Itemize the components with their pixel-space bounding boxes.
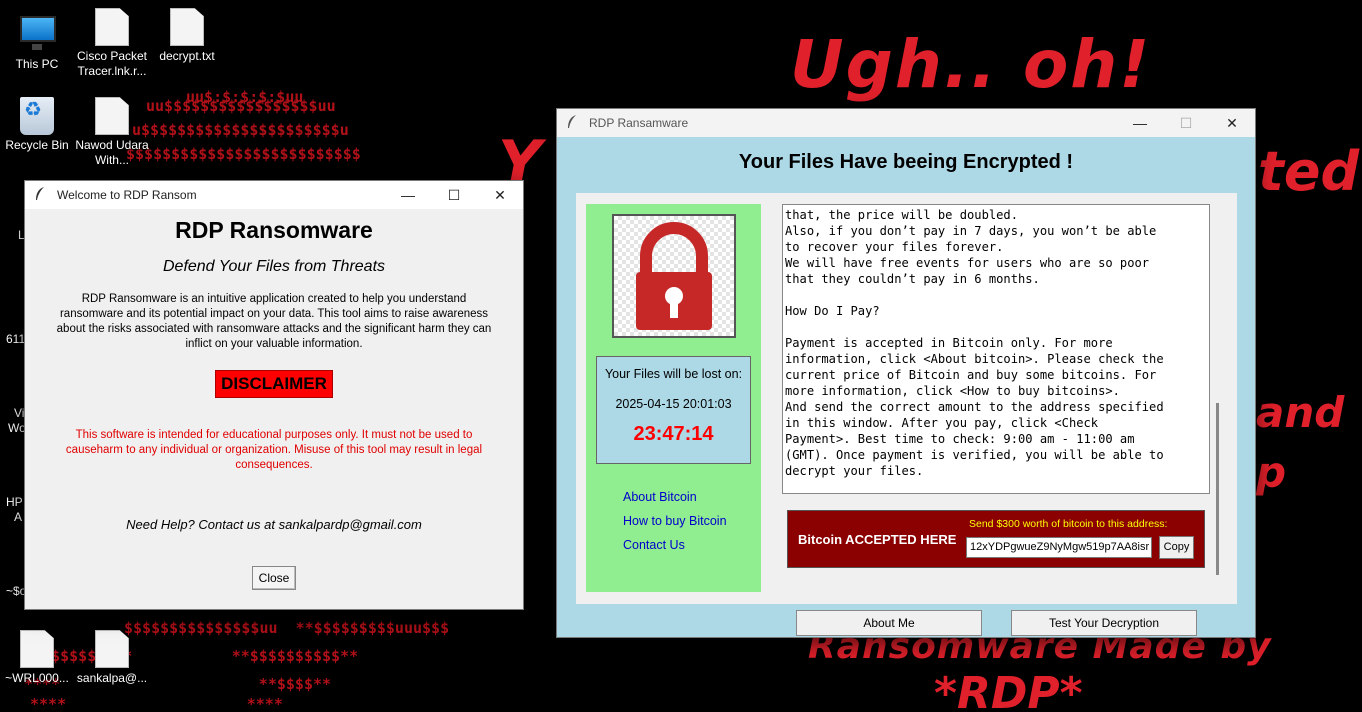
help-contact: Need Help? Contact us at sankalpardp@gma… xyxy=(126,517,422,532)
wallpaper-fragment: and xyxy=(1256,388,1345,437)
file-icon xyxy=(95,630,129,668)
desktop-icon-label: Recycle Bin xyxy=(5,138,69,152)
desktop-icon-label: This PC xyxy=(15,57,59,71)
disclaimer-label: DISCLAIMER xyxy=(215,370,333,398)
text-file-icon xyxy=(170,8,204,46)
ransom-heading: Your Files Have beeing Encrypted ! xyxy=(738,151,1074,173)
desktop-icon-label-clipped: Vi xyxy=(14,406,25,420)
maximize-icon: ☐ xyxy=(1179,114,1193,131)
desktop-icon-label: Cisco Packet Tracer.lnk.r... xyxy=(76,49,148,78)
copy-button[interactable]: Copy xyxy=(1159,536,1194,559)
desktop-icon-cisco[interactable]: Cisco Packet Tracer.lnk.r... xyxy=(75,8,149,79)
wallpaper-fragment: p xyxy=(1256,448,1287,497)
desktop-icon-label-clipped: 611 xyxy=(6,332,26,346)
disclaimer-text: This software is intended for educationa… xyxy=(65,429,483,471)
close-icon[interactable]: ✕ xyxy=(477,181,523,209)
desktop-icon-this-pc[interactable]: This PC xyxy=(0,8,74,72)
help-links: About Bitcoin How to buy Bitcoin Contact… xyxy=(623,490,727,562)
link-how-to-buy-bitcoin[interactable]: How to buy Bitcoin xyxy=(623,514,727,528)
maximize-icon[interactable]: ☐ xyxy=(431,181,477,209)
ransom-message-textbox[interactable]: that, the price will be doubled. Also, i… xyxy=(782,204,1210,494)
welcome-window: Welcome to RDP Ransom — ☐ ✕ RDP Ransomwa… xyxy=(24,180,524,610)
desktop-icon-label: decrypt.txt xyxy=(159,49,215,63)
ransom-titlebar[interactable]: RDP Ransamware — ☐ ✕ xyxy=(557,109,1255,137)
padlock-icon xyxy=(612,214,736,338)
close-icon[interactable]: ✕ xyxy=(1209,109,1255,137)
ascii-line: $$$$$$$$$$$$$$$$$$$$$$$$$$ xyxy=(126,145,361,163)
bitcoin-address-field[interactable]: 12xYDPgwueZ9NyMgw519p7AA8isr xyxy=(966,537,1152,558)
window-title: RDP Ransamware xyxy=(589,116,689,130)
test-decryption-button[interactable]: Test Your Decryption xyxy=(1011,610,1197,636)
desktop-icon-label-clipped: HP xyxy=(6,495,23,509)
desktop-icon-recycle-bin[interactable]: Recycle Bin xyxy=(0,97,74,153)
file-icon xyxy=(95,8,129,46)
minimize-icon[interactable]: — xyxy=(385,181,431,209)
bitcoin-accepted-label: Bitcoin ACCEPTED HERE xyxy=(798,532,957,547)
ransom-window: RDP Ransamware — ☐ ✕ Your Files Have bee… xyxy=(556,108,1256,638)
countdown-timer: 23:47:14 xyxy=(633,423,714,445)
welcome-heading: RDP Ransomware xyxy=(175,217,373,243)
desktop-icon-label: sankalpa@... xyxy=(76,671,148,685)
deadline-label: Your Files will be lost on: xyxy=(604,367,743,381)
wallpaper-ascii-art-8: **** **** xyxy=(30,695,283,712)
deadline-date: 2025-04-15 20:01:03 xyxy=(615,397,732,411)
file-icon xyxy=(20,630,54,668)
desktop-icon-label-clipped: A xyxy=(14,510,23,524)
file-icon xyxy=(95,97,129,135)
minimize-icon[interactable]: — xyxy=(1117,109,1163,137)
desktop-icon-label: Nawod Udara With... xyxy=(75,138,149,167)
ascii-line: uu$$$$$$$$$$$$$$$$$uu xyxy=(146,97,336,115)
link-about-bitcoin[interactable]: About Bitcoin xyxy=(623,490,727,504)
about-me-button[interactable]: About Me xyxy=(796,610,982,636)
deadline-box: Your Files will be lost on: 2025-04-15 2… xyxy=(596,356,751,464)
feather-icon xyxy=(35,186,49,204)
wallpaper-ascii-art-4: $$$$$$$$$$$$$$$$$$$$$$$$$$ xyxy=(126,146,361,163)
desktop-icon-label: ~WRL000... xyxy=(5,671,69,685)
desktop-icon-sankalpa[interactable]: sankalpa@... xyxy=(75,630,149,686)
send-instruction: Send $300 worth of bitcoin to this addre… xyxy=(969,518,1168,530)
welcome-description: RDP Ransomware is an intuitive applicati… xyxy=(56,293,492,350)
wallpaper-fragment: ted xyxy=(1258,140,1360,203)
wallpaper-title: Ugh.. oh! xyxy=(790,26,1152,103)
welcome-titlebar[interactable]: Welcome to RDP Ransom — ☐ ✕ xyxy=(25,181,523,209)
link-contact-us[interactable]: Contact Us xyxy=(623,538,727,552)
welcome-subheading: Defend Your Files from Threats xyxy=(162,258,386,275)
wallpaper-signature: *RDP* xyxy=(934,668,1083,712)
monitor-icon xyxy=(20,16,56,54)
bitcoin-payment-box: Bitcoin ACCEPTED HERE Send $300 worth of… xyxy=(787,510,1205,568)
ransom-content-panel: Your Files will be lost on: 2025-04-15 2… xyxy=(576,193,1237,604)
wallpaper-ascii-art-5: $$$$$$$$$$$$$$$uu **$$$$$$$$$uuu$$$ xyxy=(124,619,450,637)
feather-icon xyxy=(567,114,581,132)
close-button[interactable]: Close xyxy=(251,566,297,590)
desktop-icon-nawod[interactable]: Nawod Udara With... xyxy=(75,97,149,168)
desktop-icon-decrypt[interactable]: decrypt.txt xyxy=(150,8,224,64)
recycle-bin-icon xyxy=(20,97,54,135)
ascii-line: u$$$$$$$$$$$$$$$$$$$$$$u xyxy=(132,121,349,139)
status-panel: Your Files will be lost on: 2025-04-15 2… xyxy=(586,204,761,592)
wallpaper-ascii-art-3: u$$$$$$$$$$$$$$$$$$$$$$u xyxy=(132,122,349,139)
desktop-icon-wrl[interactable]: ~WRL000... xyxy=(0,630,74,686)
window-title: Welcome to RDP Ransom xyxy=(57,188,197,202)
wallpaper-ascii-art-2: uu$$$$$$$$$$$$$$$$$uu xyxy=(146,98,336,115)
message-scrollbar[interactable] xyxy=(1216,403,1219,575)
